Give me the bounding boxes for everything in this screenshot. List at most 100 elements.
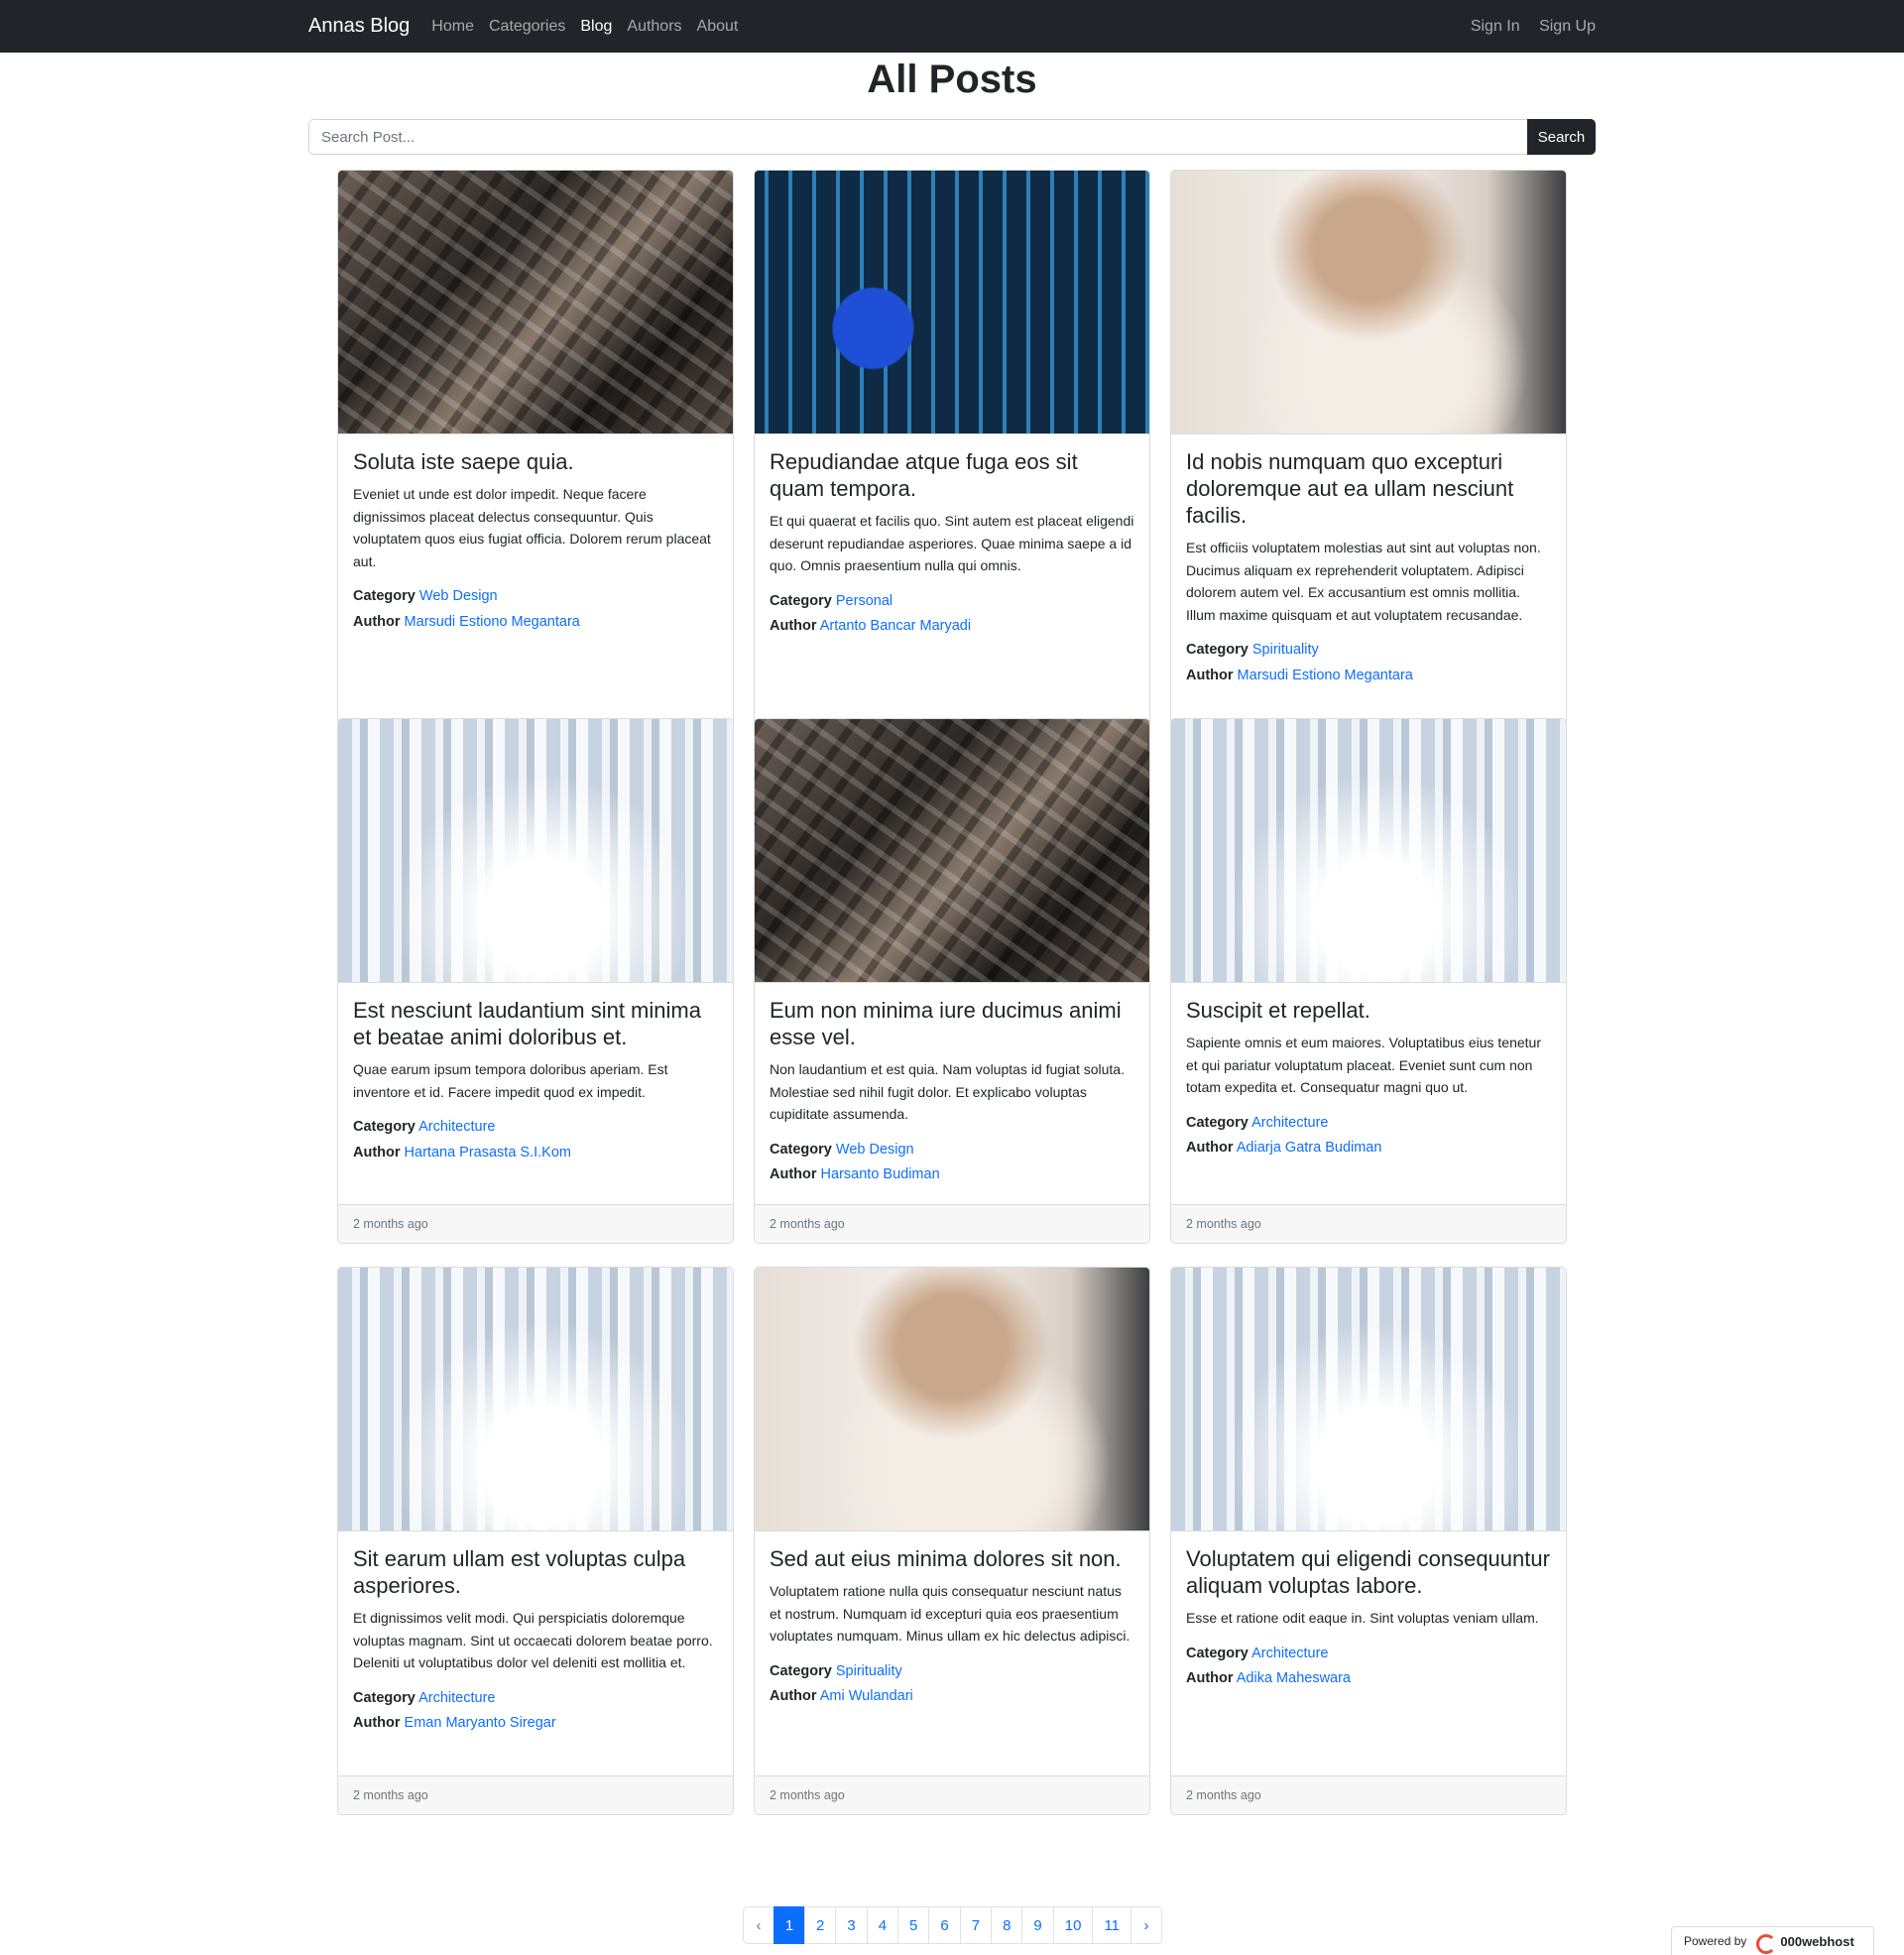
post-author-link[interactable]: Artanto Bancar Maryadi xyxy=(820,618,971,634)
post-excerpt: Quae earum ipsum tempora doloribus aperi… xyxy=(353,1061,668,1100)
pagination-page-11[interactable]: 11 xyxy=(1092,1906,1132,1944)
post-author-line: Author Marsudi Estiono Megantara xyxy=(1186,664,1551,689)
post-author-line: Author Eman Maryanto Siregar xyxy=(353,1711,718,1737)
post-excerpt: Et dignissimos velit modi. Qui perspicia… xyxy=(353,1610,713,1670)
category-label: Category xyxy=(770,592,832,609)
post-card: Est nesciunt laudantium sint minima et b… xyxy=(337,718,734,1244)
post-time: 2 months ago xyxy=(770,1217,845,1231)
post-category-link[interactable]: Personal xyxy=(836,593,892,609)
post-category-link[interactable]: Web Design xyxy=(836,1142,914,1158)
post-title[interactable]: Suscipit et repellat. xyxy=(1186,997,1551,1024)
post-card-body: Sed aut eius minima dolores sit non. Volu… xyxy=(755,1531,1149,1814)
nav-link-authors[interactable]: Authors xyxy=(627,18,681,36)
post-author-link[interactable]: Adika Maheswara xyxy=(1237,1670,1351,1686)
post-category-line: Category Architecture xyxy=(1186,1642,1551,1667)
pagination-next-button[interactable]: › xyxy=(1130,1906,1163,1944)
nav-link-blog[interactable]: Blog xyxy=(580,18,612,36)
post-card-footer: 2 months ago xyxy=(338,1204,733,1243)
post-author-link[interactable]: Marsudi Estiono Megantara xyxy=(1238,668,1413,683)
search-input[interactable] xyxy=(308,119,1527,155)
post-category-line: Category Architecture xyxy=(353,1686,718,1712)
post-image[interactable] xyxy=(755,171,1149,434)
post-title[interactable]: Sed aut eius minima dolores sit non. xyxy=(770,1545,1134,1572)
sign-in-link[interactable]: Sign In xyxy=(1471,18,1520,35)
search-button[interactable]: Search xyxy=(1527,119,1596,155)
post-card: Sit earum ullam est voluptas culpa asper… xyxy=(337,1267,734,1815)
author-label: Author xyxy=(1186,1140,1234,1156)
pagination-page-3[interactable]: 3 xyxy=(835,1906,868,1944)
post-image[interactable] xyxy=(338,1268,733,1531)
pagination-page-9[interactable]: 9 xyxy=(1021,1906,1054,1944)
post-time: 2 months ago xyxy=(1186,1217,1261,1231)
category-label: Category xyxy=(1186,1114,1249,1131)
post-image[interactable] xyxy=(1171,171,1566,434)
pagination-page-4[interactable]: 4 xyxy=(866,1906,899,1944)
post-image[interactable] xyxy=(1171,719,1566,983)
category-label: Category xyxy=(770,1141,832,1158)
post-excerpt: Est officiis voluptatem molestias aut si… xyxy=(1186,540,1541,623)
post-author-line: Author Adiarja Gatra Budiman xyxy=(1186,1136,1551,1161)
post-title[interactable]: Repudiandae atque fuga eos sit quam temp… xyxy=(770,448,1134,502)
post-author-link[interactable]: Marsudi Estiono Megantara xyxy=(405,614,580,630)
post-excerpt: Eveniet ut unde est dolor impedit. Neque… xyxy=(353,486,711,569)
post-time: 2 months ago xyxy=(1186,1788,1261,1802)
nav-link-about[interactable]: About xyxy=(697,18,739,36)
pagination-page-5[interactable]: 5 xyxy=(897,1906,930,1944)
pagination-page-7[interactable]: 7 xyxy=(959,1906,993,1944)
post-grid: Soluta iste saepe quia. Eveniet ut unde e… xyxy=(337,170,1567,1815)
post-author-link[interactable]: Harsanto Budiman xyxy=(821,1166,940,1182)
post-title[interactable]: Voluptatem qui eligendi consequuntur ali… xyxy=(1186,1545,1551,1599)
post-category-line: Category Personal xyxy=(770,589,1134,615)
pagination-page-10[interactable]: 10 xyxy=(1052,1906,1094,1944)
post-card: Eum non minima iure ducimus animi esse v… xyxy=(754,718,1150,1244)
author-label: Author xyxy=(770,618,817,634)
sign-up-link[interactable]: Sign Up xyxy=(1539,18,1596,35)
post-author-link[interactable]: Ami Wulandari xyxy=(820,1688,913,1704)
pagination-prev-button[interactable]: ‹ xyxy=(743,1906,774,1944)
post-card-footer: 2 months ago xyxy=(338,1775,733,1814)
pagination-page-1[interactable]: 1 xyxy=(774,1906,805,1944)
post-card: Soluta iste saepe quia. Eveniet ut unde e… xyxy=(337,170,734,769)
brand-link[interactable]: Annas Blog xyxy=(308,15,410,38)
webhost-logo-icon xyxy=(1754,1934,1777,1954)
pagination-page-6[interactable]: 6 xyxy=(928,1906,961,1944)
category-label: Category xyxy=(353,1689,416,1706)
post-title[interactable]: Id nobis numquam quo excepturi doloremqu… xyxy=(1186,448,1551,529)
author-label: Author xyxy=(770,1688,817,1704)
post-excerpt: Esse et ratione odit eaque in. Sint volu… xyxy=(1186,1610,1539,1626)
search-form: Search xyxy=(308,119,1596,155)
post-time: 2 months ago xyxy=(353,1217,428,1231)
post-card: Suscipit et repellat. Sapiente omnis et e… xyxy=(1170,718,1567,1244)
nav-link-home[interactable]: Home xyxy=(431,18,474,36)
nav-auth-links: Sign In Sign Up xyxy=(1456,18,1596,36)
post-card: Repudiandae atque fuga eos sit quam temp… xyxy=(754,170,1150,769)
post-image[interactable] xyxy=(338,719,733,983)
post-title[interactable]: Est nesciunt laudantium sint minima et b… xyxy=(353,997,718,1050)
post-image[interactable] xyxy=(755,1268,1149,1531)
post-category-link[interactable]: Spirituality xyxy=(836,1663,902,1679)
pagination-page-8[interactable]: 8 xyxy=(991,1906,1023,1944)
post-category-link[interactable]: Web Design xyxy=(419,588,498,604)
nav-link-categories[interactable]: Categories xyxy=(489,18,565,36)
post-author-link[interactable]: Hartana Prasasta S.I.Kom xyxy=(405,1145,571,1161)
post-time: 2 months ago xyxy=(770,1788,845,1802)
post-title[interactable]: Sit earum ullam est voluptas culpa asper… xyxy=(353,1545,718,1599)
post-category-link[interactable]: Spirituality xyxy=(1252,642,1319,658)
post-author-line: Author Harsanto Budiman xyxy=(770,1162,1134,1188)
post-author-line: Author Marsudi Estiono Megantara xyxy=(353,610,718,636)
post-image[interactable] xyxy=(1171,1268,1566,1531)
post-image[interactable] xyxy=(338,171,733,434)
post-category-link[interactable]: Architecture xyxy=(1251,1115,1328,1131)
pagination: ‹ 1 2 3 4 5 6 7 8 9 10 11 › xyxy=(743,1906,1163,1944)
powered-by-badge[interactable]: Powered by 000webhost xyxy=(1671,1926,1874,1955)
pagination-page-2[interactable]: 2 xyxy=(804,1906,837,1944)
post-author-link[interactable]: Eman Maryanto Siregar xyxy=(405,1715,556,1731)
post-title[interactable]: Eum non minima iure ducimus animi esse v… xyxy=(770,997,1134,1050)
post-category-link[interactable]: Architecture xyxy=(418,1690,495,1706)
post-image[interactable] xyxy=(755,719,1149,983)
post-author-line: Author Hartana Prasasta S.I.Kom xyxy=(353,1141,718,1166)
post-category-link[interactable]: Architecture xyxy=(418,1119,495,1135)
post-author-link[interactable]: Adiarja Gatra Budiman xyxy=(1237,1140,1382,1156)
post-category-link[interactable]: Architecture xyxy=(1251,1646,1328,1661)
post-title[interactable]: Soluta iste saepe quia. xyxy=(353,448,718,475)
